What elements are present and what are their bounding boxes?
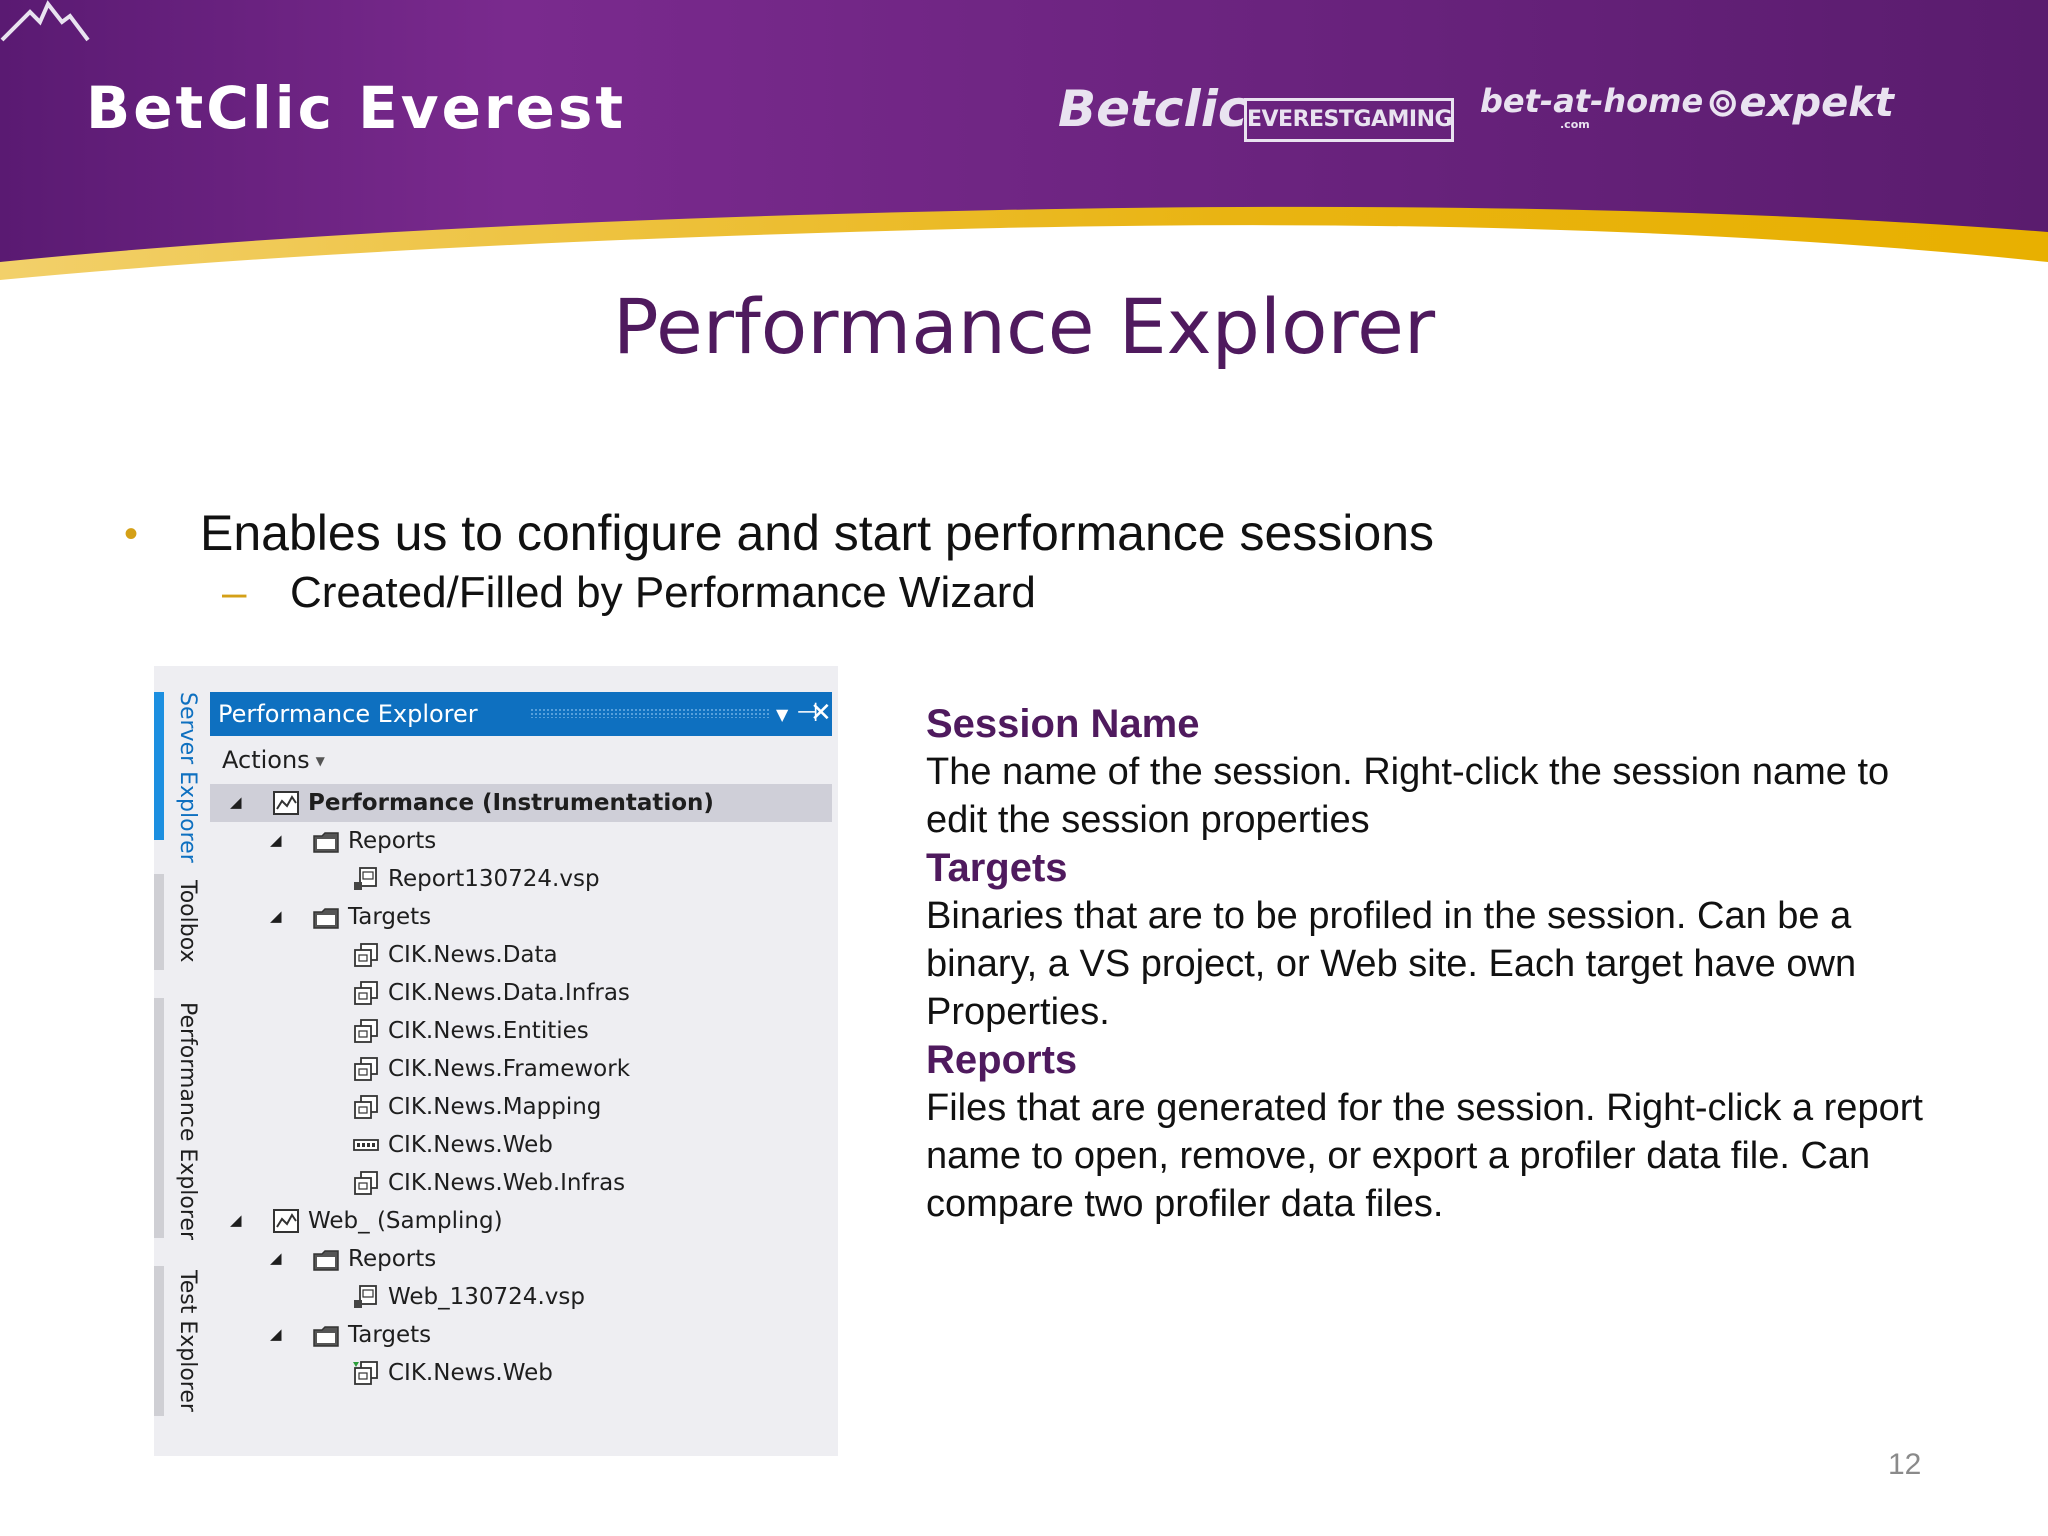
sub-bullet-text: Created/Filled by Performance Wizard bbox=[290, 568, 1036, 617]
tree-item-report[interactable]: Report130724.vsp bbox=[210, 860, 832, 898]
tree-item-session[interactable]: ◢ Performance (Instrumentation) bbox=[210, 784, 832, 822]
expekt-logo: ⊚expekt bbox=[1706, 80, 1894, 126]
expander-icon[interactable]: ◢ bbox=[270, 831, 282, 849]
banner-background bbox=[0, 0, 2048, 280]
targets-heading: Targets bbox=[926, 846, 1068, 890]
target-project-icon bbox=[354, 981, 378, 1005]
close-icon[interactable]: ✕ bbox=[810, 698, 832, 728]
tab-server-explorer[interactable]: Server Explorer bbox=[160, 692, 200, 863]
tree-item-report[interactable]: Web_130724.vsp bbox=[210, 1278, 832, 1316]
tree-item-label: CIK.News.Data bbox=[388, 942, 558, 968]
expander-icon[interactable]: ◢ bbox=[230, 1211, 242, 1229]
company-name: BetClic Everest bbox=[86, 74, 627, 142]
bet-at-home-suffix: .com bbox=[1560, 118, 1590, 131]
actions-label: Actions bbox=[222, 746, 310, 774]
everest-mountain-icon bbox=[0, 0, 90, 42]
tree-item-label: Web_130724.vsp bbox=[388, 1284, 585, 1310]
tree-item-label: Reports bbox=[348, 828, 437, 854]
tree-item-label: Report130724.vsp bbox=[388, 866, 600, 892]
target-project-icon bbox=[354, 1095, 378, 1119]
bet-at-home-logo: bet-at-home bbox=[1480, 82, 1704, 120]
tree-item-label: Targets bbox=[348, 1322, 432, 1348]
performance-explorer-screenshot: Server Explorer Toolbox Performance Expl… bbox=[154, 666, 838, 1456]
bullet-dot-icon: • bbox=[124, 512, 139, 556]
dropdown-arrow-icon[interactable]: ▼ bbox=[776, 700, 788, 730]
expekt-swirl-icon: ⊚ bbox=[1706, 80, 1740, 126]
reports-text: Files that are generated for the session… bbox=[926, 1087, 1923, 1225]
report-file-icon bbox=[354, 867, 377, 890]
web-target-icon bbox=[353, 1361, 378, 1385]
expekt-wordmark: expekt bbox=[1739, 80, 1894, 126]
tree-item-target[interactable]: CIK.News.Framework bbox=[210, 1050, 832, 1088]
panel-title: Performance Explorer bbox=[218, 700, 478, 728]
reports-heading: Reports bbox=[926, 1038, 1078, 1082]
chevron-down-icon: ▼ bbox=[315, 754, 325, 768]
session-name-text: The name of the session. Right-click the… bbox=[926, 751, 1890, 841]
tab-test-explorer[interactable]: Test Explorer bbox=[160, 1270, 200, 1412]
tree-item-target[interactable]: CIK.News.Data bbox=[210, 936, 832, 974]
target-project-icon bbox=[354, 943, 378, 967]
description-list: Session Name The name of the session. Ri… bbox=[926, 700, 1926, 1228]
tree-item-label: CIK.News.Web bbox=[388, 1132, 553, 1158]
bullet-text: Enables us to configure and start perfor… bbox=[200, 505, 1435, 561]
tree-item-target[interactable]: CIK.News.Web.Infras bbox=[210, 1164, 832, 1202]
tree-item-target[interactable]: CIK.News.Entities bbox=[210, 1012, 832, 1050]
performance-session-icon bbox=[273, 1209, 299, 1233]
tree-item-label: Reports bbox=[348, 1246, 437, 1272]
tree-item-target[interactable]: CIK.News.Web bbox=[210, 1126, 832, 1164]
tree-item-label: Targets bbox=[348, 904, 432, 930]
target-project-icon bbox=[354, 1171, 378, 1195]
tree-item-label: CIK.News.Web.Infras bbox=[388, 1170, 626, 1196]
tree-item-session[interactable]: ◢ Web_ (Sampling) bbox=[210, 1202, 832, 1240]
binary-target-icon bbox=[353, 1139, 379, 1151]
tree-item-label: Performance (Instrumentation) bbox=[308, 790, 714, 816]
tree-item-folder[interactable]: ◢ Targets bbox=[210, 1316, 832, 1354]
tree-item-folder[interactable]: ◢ Reports bbox=[210, 1240, 832, 1278]
panel-title-bar[interactable]: Performance Explorer ▼ ⊣ ✕ bbox=[210, 692, 832, 736]
expander-icon[interactable]: ◢ bbox=[270, 1325, 282, 1343]
expander-icon[interactable]: ◢ bbox=[230, 793, 242, 811]
actions-menu[interactable]: Actions ▼ bbox=[222, 746, 325, 774]
expander-icon[interactable]: ◢ bbox=[270, 1249, 282, 1267]
folder-icon bbox=[313, 1250, 339, 1271]
performance-session-icon bbox=[273, 791, 299, 815]
tree-item-target[interactable]: CIK.News.Data.Infras bbox=[210, 974, 832, 1012]
folder-icon bbox=[313, 1326, 339, 1347]
tree-item-label: CIK.News.Framework bbox=[388, 1056, 631, 1082]
session-name-heading: Session Name bbox=[926, 702, 1200, 746]
tree-item-target[interactable]: CIK.News.Mapping bbox=[210, 1088, 832, 1126]
tree-item-folder[interactable]: ◢ Reports bbox=[210, 822, 832, 860]
tab-performance-explorer[interactable]: Performance Explorer bbox=[160, 1002, 200, 1240]
expander-icon[interactable]: ◢ bbox=[270, 907, 282, 925]
tree-item-label: CIK.News.Web bbox=[388, 1360, 553, 1386]
folder-icon bbox=[313, 908, 339, 929]
slide-title: Performance Explorer bbox=[612, 282, 1436, 371]
tree-item-folder[interactable]: ◢ Targets bbox=[210, 898, 832, 936]
tree-item-label: Web_ (Sampling) bbox=[308, 1208, 503, 1234]
tree-item-label: CIK.News.Mapping bbox=[388, 1094, 602, 1120]
tree-item-target[interactable]: CIK.News.Web bbox=[210, 1354, 832, 1392]
tab-toolbox[interactable]: Toolbox bbox=[160, 880, 200, 963]
header-banner: BetClic Everest Betclic EVERESTGAMING be… bbox=[0, 0, 2048, 290]
page-number: 12 bbox=[1888, 1448, 1922, 1481]
side-tab-strip: Server Explorer Toolbox Performance Expl… bbox=[154, 666, 208, 1456]
everest-gaming-logo: EVERESTGAMING bbox=[1244, 98, 1454, 142]
betclic-logo: Betclic bbox=[1058, 80, 1248, 138]
drag-grip[interactable] bbox=[530, 708, 770, 718]
folder-icon bbox=[313, 832, 339, 853]
target-project-icon bbox=[354, 1019, 378, 1043]
tree-item-label: CIK.News.Entities bbox=[388, 1018, 589, 1044]
tree-item-label: CIK.News.Data.Infras bbox=[388, 980, 630, 1006]
targets-text: Binaries that are to be profiled in the … bbox=[926, 895, 1857, 1033]
target-project-icon bbox=[354, 1057, 378, 1081]
report-file-icon bbox=[354, 1285, 377, 1308]
sub-bullet-dash-icon: – bbox=[222, 568, 247, 617]
